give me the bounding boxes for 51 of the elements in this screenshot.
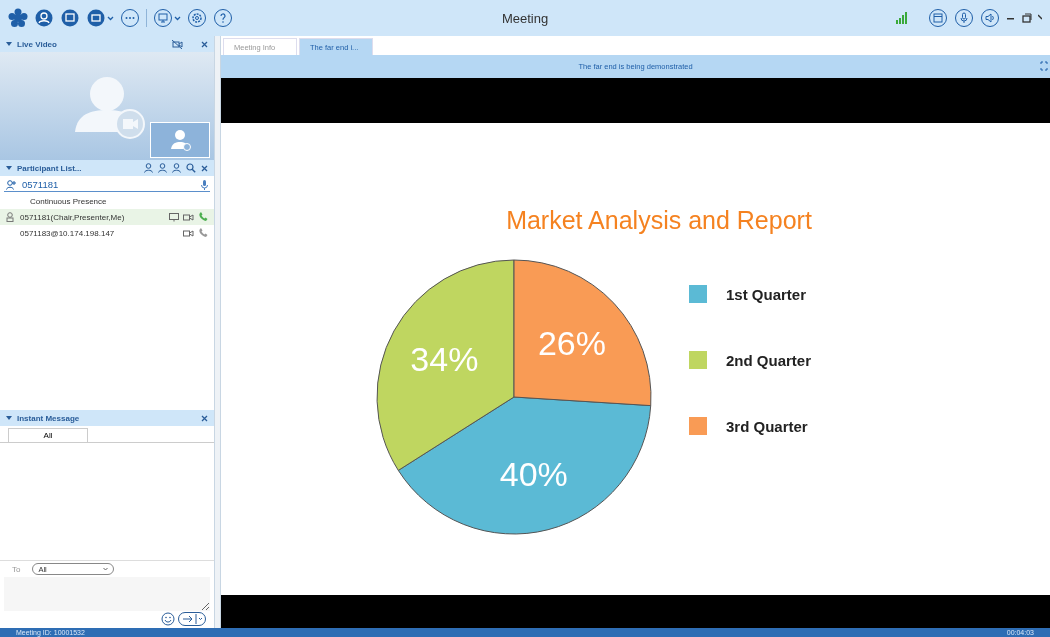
contacts-icon[interactable] xyxy=(34,8,54,28)
lock-person-icon[interactable] xyxy=(144,163,153,173)
monitor-icon[interactable] xyxy=(169,212,179,222)
chat-icon[interactable] xyxy=(60,8,80,28)
layout-icon[interactable] xyxy=(928,8,948,28)
signal-icon xyxy=(896,12,908,24)
collapse-icon[interactable] xyxy=(6,165,12,171)
panel-title: Instant Message xyxy=(17,413,81,423)
camera-icon[interactable] xyxy=(183,212,194,222)
collapse-icon[interactable] xyxy=(6,415,12,421)
fullscreen-icon[interactable] xyxy=(1040,61,1048,71)
window-title: Meeting xyxy=(501,10,549,26)
collapse-icon[interactable] xyxy=(6,41,12,47)
participant-name: 0571183@10.174.198.147 xyxy=(20,228,116,238)
flower-logo-icon[interactable] xyxy=(8,8,28,28)
slice-label: 26% xyxy=(537,323,606,362)
legend-label: 2nd Quarter xyxy=(726,352,812,369)
speaker-icon[interactable] xyxy=(980,8,1000,28)
help-icon[interactable] xyxy=(213,8,233,28)
legend-label: 1st Quarter xyxy=(726,286,807,303)
people-icon xyxy=(6,179,17,190)
restore-icon[interactable] xyxy=(1022,13,1032,23)
layout-label: Continuous Presence xyxy=(30,197,107,206)
camera-off-icon[interactable] xyxy=(172,39,183,49)
microphone-icon[interactable] xyxy=(954,8,974,28)
monitor-icon[interactable] xyxy=(153,8,181,28)
emoji-icon[interactable] xyxy=(161,612,175,626)
legend-label: 3rd Quarter xyxy=(726,418,808,435)
person-icon[interactable] xyxy=(158,163,167,173)
slice-label: 40% xyxy=(499,454,568,493)
search-field[interactable]: 0571181 xyxy=(22,179,196,190)
camera-icon[interactable] xyxy=(86,8,114,28)
to-label: To xyxy=(12,564,21,574)
message-tab[interactable]: All xyxy=(8,428,88,442)
slice-label: 34% xyxy=(410,339,479,378)
search-icon[interactable] xyxy=(186,163,196,173)
settings-icon[interactable] xyxy=(187,8,207,28)
microphone-icon[interactable] xyxy=(201,179,208,190)
more-icon[interactable] xyxy=(120,8,140,28)
caret-icon xyxy=(103,567,109,571)
participant-row[interactable]: 0571181(Chair,Presenter,Me) xyxy=(0,209,214,225)
chart-title: Market Analysis and Report xyxy=(506,206,812,234)
camera-icon[interactable] xyxy=(183,228,194,238)
add-person-icon[interactable] xyxy=(172,163,181,173)
self-view-thumbnail-icon[interactable] xyxy=(150,122,210,158)
panel-title: Live Video xyxy=(17,39,58,49)
participant-row[interactable]: 0571183@10.174.198.147 xyxy=(0,225,214,241)
send-icon[interactable] xyxy=(178,612,206,626)
panel-title: Participant List... xyxy=(17,163,83,173)
message-input[interactable] xyxy=(4,577,210,611)
participant-name: 0571181(Chair,Presenter,Me) xyxy=(20,212,126,222)
